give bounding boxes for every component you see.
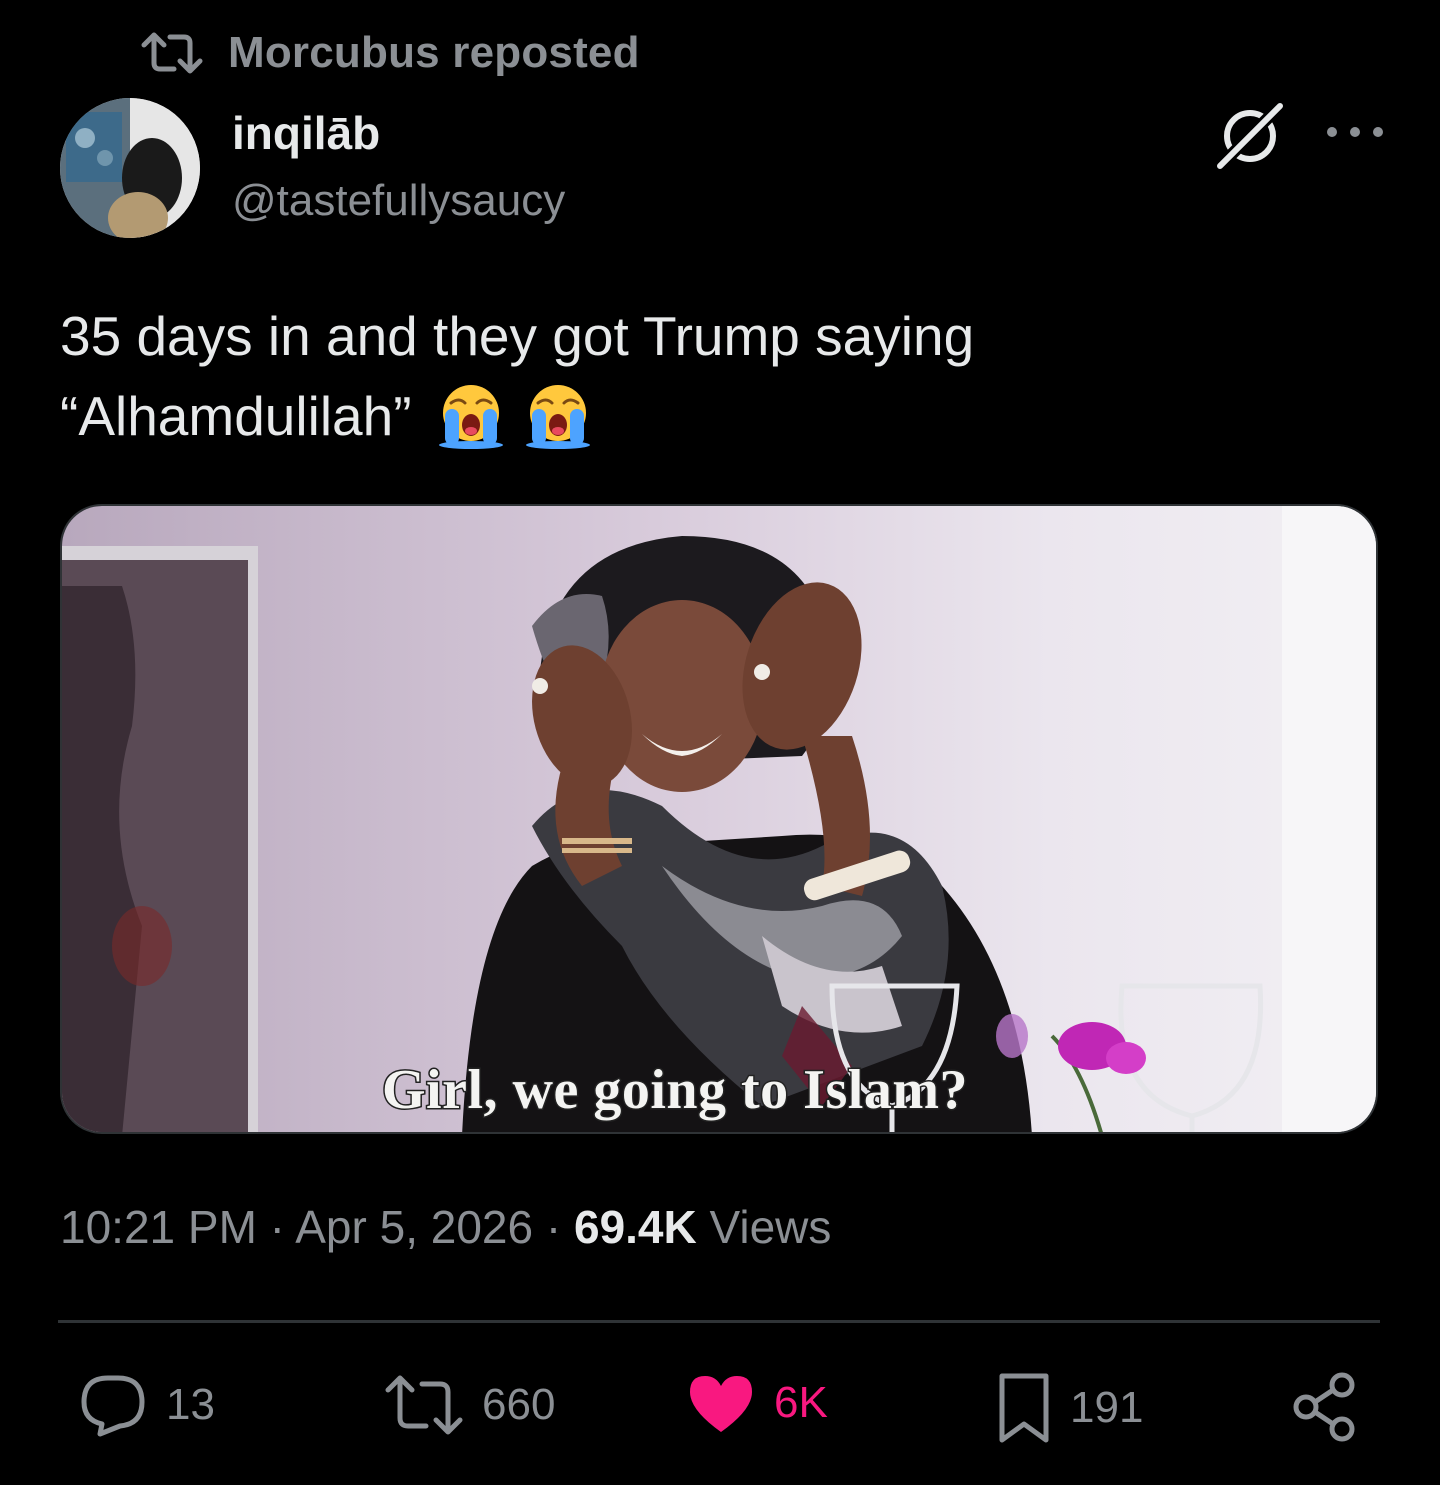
repost-button[interactable]: 660 <box>384 1372 555 1438</box>
share-icon <box>1293 1372 1355 1442</box>
tweet-text: 35 days in and they got Trump saying “Al… <box>60 296 1360 456</box>
bookmark-button[interactable]: 191 <box>996 1372 1143 1444</box>
tweet-media-gif[interactable]: Girl, we going to Islam? <box>60 504 1378 1134</box>
tweet-time[interactable]: 10:21 PM <box>60 1201 257 1253</box>
tweet-text-line-2: “Alhamdulilah” <box>60 376 1360 456</box>
author-display-name[interactable]: inqilāb <box>232 106 380 160</box>
divider <box>58 1320 1380 1323</box>
tweet-text-quote: “Alhamdulilah” <box>60 385 412 447</box>
media-image <box>62 506 1376 1132</box>
views-count[interactable]: 69.4K <box>574 1201 697 1253</box>
like-count: 6K <box>774 1378 828 1427</box>
repost-count: 660 <box>482 1380 556 1429</box>
author-handle[interactable]: @tastefullysaucy <box>232 176 565 226</box>
share-button[interactable] <box>1292 1372 1358 1442</box>
tweet-meta: 10:21 PM · Apr 5, 2026 · 69.4K Views <box>60 1200 831 1254</box>
tweet-date[interactable]: Apr 5, 2026 <box>295 1201 533 1253</box>
repost-icon <box>141 32 203 74</box>
repost-context[interactable]: Morcubus reposted <box>140 28 640 78</box>
views-label: Views <box>696 1201 832 1253</box>
like-button[interactable]: 6K <box>686 1372 828 1434</box>
repost-icon <box>385 1375 463 1435</box>
more-options-icon[interactable] <box>1320 110 1390 154</box>
loudly-crying-face-emoji <box>438 385 503 449</box>
reply-button[interactable]: 13 <box>78 1372 215 1438</box>
heart-icon <box>690 1376 752 1432</box>
grok-icon[interactable] <box>1212 100 1288 171</box>
avatar[interactable] <box>60 98 200 238</box>
loudly-crying-face-emoji <box>526 385 591 449</box>
bookmark-icon <box>999 1373 1049 1443</box>
tweet-text-line-1: 35 days in and they got Trump saying <box>60 305 975 367</box>
reply-icon <box>81 1375 145 1437</box>
meta-separator: · <box>256 1201 296 1253</box>
repost-label: Morcubus reposted <box>228 28 640 77</box>
bookmark-count: 191 <box>1070 1383 1144 1432</box>
media-subtitle: Girl, we going to Islam? <box>381 1058 969 1123</box>
reply-count: 13 <box>166 1380 215 1429</box>
meta-separator: · <box>533 1201 574 1253</box>
